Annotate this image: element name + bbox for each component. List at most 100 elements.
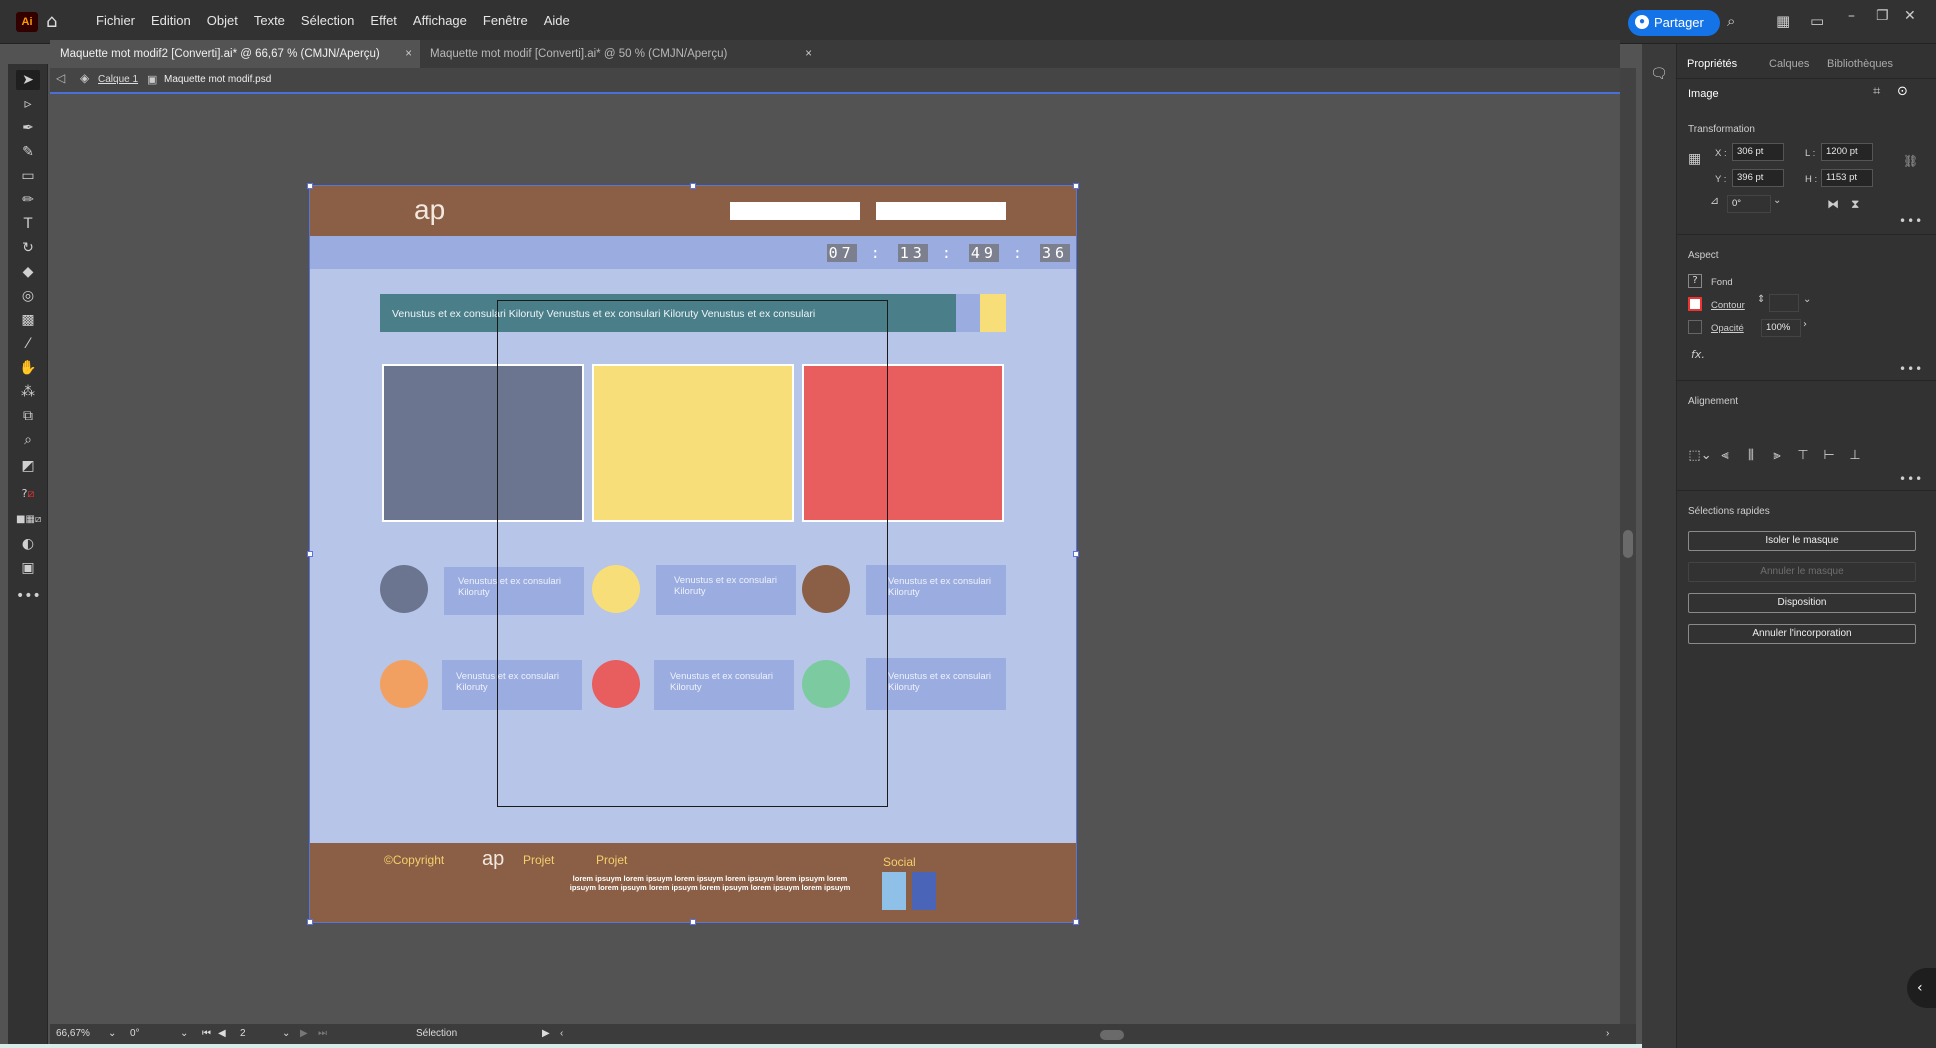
artboard-tool-icon[interactable]: ⧉: [16, 406, 40, 426]
menu-selection[interactable]: Sélection: [293, 13, 362, 28]
stroke-stepper-icon[interactable]: ⇕: [1757, 294, 1765, 305]
hscroll-left-icon[interactable]: ‹: [560, 1028, 563, 1039]
shape-builder-tool-icon[interactable]: ◎: [16, 286, 40, 306]
rotation-value[interactable]: 0°: [130, 1028, 140, 1039]
opacity-field[interactable]: 100%: [1761, 319, 1801, 337]
angle-dropdown-icon[interactable]: ⌄: [1773, 195, 1781, 206]
menu-edition[interactable]: Edition: [143, 13, 199, 28]
selection-handle[interactable]: [1073, 919, 1079, 925]
eraser-tool-icon[interactable]: ◆: [16, 262, 40, 282]
gradient-tool-icon[interactable]: ▩: [16, 310, 40, 330]
align-bottom-icon[interactable]: ⊥: [1847, 448, 1863, 464]
selection-handle[interactable]: [307, 183, 313, 189]
hscroll-thumb[interactable]: [1100, 1030, 1124, 1040]
menu-aide[interactable]: Aide: [536, 13, 578, 28]
flip-vertical-icon[interactable]: ⧗: [1851, 197, 1859, 212]
flip-horizontal-icon[interactable]: ⧓: [1827, 197, 1839, 211]
search-icon[interactable]: ⌕: [1727, 12, 1735, 30]
constrain-proportions-icon[interactable]: ⛓: [1903, 154, 1918, 168]
release-mask-button[interactable]: Annuler le masque: [1688, 562, 1916, 582]
stroke-label[interactable]: Contour: [1711, 300, 1745, 311]
selection-handle[interactable]: [1073, 551, 1079, 557]
align-to-icon[interactable]: ⬚⌄: [1688, 448, 1712, 464]
pen-tool-icon[interactable]: ✒: [16, 118, 40, 138]
more-aspect-icon[interactable]: •••: [1899, 362, 1923, 376]
reference-point-icon[interactable]: ▦: [1688, 151, 1701, 167]
zoom-level[interactable]: 66,67%: [56, 1028, 90, 1039]
more-tools-icon[interactable]: •••: [16, 586, 41, 606]
restore-icon[interactable]: ❐: [1876, 8, 1889, 24]
panel-layout-icon[interactable]: ▭: [1810, 12, 1824, 30]
screen-mode-icon[interactable]: ▣: [16, 558, 40, 578]
default-colors-icon[interactable]: ◩: [16, 456, 40, 476]
menu-objet[interactable]: Objet: [199, 13, 246, 28]
more-alignment-icon[interactable]: •••: [1899, 472, 1923, 486]
more-transform-icon[interactable]: •••: [1899, 214, 1923, 228]
clipping-mask-outline[interactable]: [497, 300, 888, 807]
arrange-button[interactable]: Disposition: [1688, 593, 1916, 613]
hscroll-right-icon[interactable]: ›: [1606, 1028, 1609, 1039]
collapse-panel-icon[interactable]: ‹: [1907, 968, 1936, 1008]
tab-proprietes[interactable]: Propriétés: [1687, 58, 1737, 70]
artboard-number[interactable]: 2: [240, 1028, 246, 1039]
last-artboard-icon[interactable]: ⏭: [318, 1028, 327, 1039]
height-field[interactable]: 1153 pt: [1821, 169, 1873, 187]
vertical-scrollbar[interactable]: [1620, 68, 1636, 1024]
opacity-arrow-icon[interactable]: ›: [1803, 319, 1807, 330]
unembed-button[interactable]: Annuler l'incorporation: [1688, 624, 1916, 644]
tab-document-1[interactable]: Maquette mot modif2 [Converti].ai* @ 66,…: [50, 40, 420, 68]
selection-handle[interactable]: [307, 919, 313, 925]
menu-effet[interactable]: Effet: [362, 13, 405, 28]
mask-icon[interactable]: ⊙: [1897, 84, 1908, 99]
opacity-label[interactable]: Opacité: [1711, 323, 1744, 334]
align-right-icon[interactable]: ⫸: [1769, 448, 1785, 464]
curvature-tool-icon[interactable]: ✎: [16, 142, 40, 162]
rotation-dropdown-icon[interactable]: ⌄: [180, 1028, 188, 1039]
color-mode-icon[interactable]: ■▦⧄: [16, 510, 41, 530]
first-artboard-icon[interactable]: ⏮: [202, 1028, 211, 1039]
align-left-icon[interactable]: ⫷: [1717, 448, 1733, 464]
workspace-icon[interactable]: ▦: [1776, 12, 1790, 30]
width-field[interactable]: 1200 pt: [1821, 143, 1873, 161]
eyedropper-tool-icon[interactable]: ⁄: [16, 334, 40, 354]
zoom-tool-icon[interactable]: ⌕: [16, 430, 40, 450]
crop-image-icon[interactable]: ⌗: [1873, 84, 1880, 99]
fill-stroke-icon[interactable]: ?⧄: [16, 484, 40, 504]
menu-affichage[interactable]: Affichage: [405, 13, 475, 28]
breadcrumb-layer[interactable]: Calque 1: [98, 74, 138, 85]
align-hcenter-icon[interactable]: ⫼: [1743, 448, 1759, 464]
close-tab-icon[interactable]: ×: [805, 40, 812, 68]
rotate-tool-icon[interactable]: ↻: [16, 238, 40, 258]
menu-texte[interactable]: Texte: [246, 13, 293, 28]
next-artboard-icon[interactable]: ▶: [300, 1028, 308, 1039]
draw-mode-icon[interactable]: ◐: [16, 534, 40, 554]
prev-artboard-icon[interactable]: ◀: [218, 1028, 226, 1039]
menu-fichier[interactable]: Fichier: [88, 13, 143, 28]
status-menu-icon[interactable]: ▶: [542, 1028, 550, 1039]
brush-tool-icon[interactable]: ✏: [16, 190, 40, 210]
isolate-mask-button[interactable]: Isoler le masque: [1688, 531, 1916, 551]
selection-handle[interactable]: [307, 551, 313, 557]
home-icon[interactable]: ⌂: [46, 11, 57, 32]
menu-fenetre[interactable]: Fenêtre: [475, 13, 536, 28]
tab-document-2[interactable]: Maquette mot modif [Converti].ai* @ 50 %…: [420, 40, 820, 68]
selection-tool-icon[interactable]: ➤: [16, 70, 40, 90]
share-button[interactable]: ● Partager: [1628, 10, 1720, 36]
angle-field[interactable]: 0°: [1727, 195, 1771, 213]
artboard-image[interactable]: ap 07 : 13 : 49 : 36 Venustus et ex cons…: [307, 183, 1079, 925]
close-tab-icon[interactable]: ×: [405, 40, 412, 68]
comments-icon[interactable]: 🗨: [1650, 66, 1668, 82]
symbol-sprayer-tool-icon[interactable]: ⁂: [16, 382, 40, 402]
y-field[interactable]: 396 pt: [1732, 169, 1784, 187]
align-vcenter-icon[interactable]: ⊢: [1821, 448, 1837, 464]
stroke-swatch-icon[interactable]: [1688, 297, 1702, 311]
close-window-icon[interactable]: ✕: [1904, 8, 1916, 24]
fx-icon[interactable]: fx.: [1691, 348, 1705, 361]
stroke-weight-field[interactable]: [1769, 294, 1799, 312]
puppet-warp-tool-icon[interactable]: ✋: [16, 358, 40, 378]
scroll-thumb[interactable]: [1623, 530, 1633, 558]
stroke-dropdown-icon[interactable]: ⌄: [1803, 294, 1811, 305]
selection-handle[interactable]: [1073, 183, 1079, 189]
x-field[interactable]: 306 pt: [1732, 143, 1784, 161]
zoom-dropdown-icon[interactable]: ⌄: [108, 1028, 116, 1039]
